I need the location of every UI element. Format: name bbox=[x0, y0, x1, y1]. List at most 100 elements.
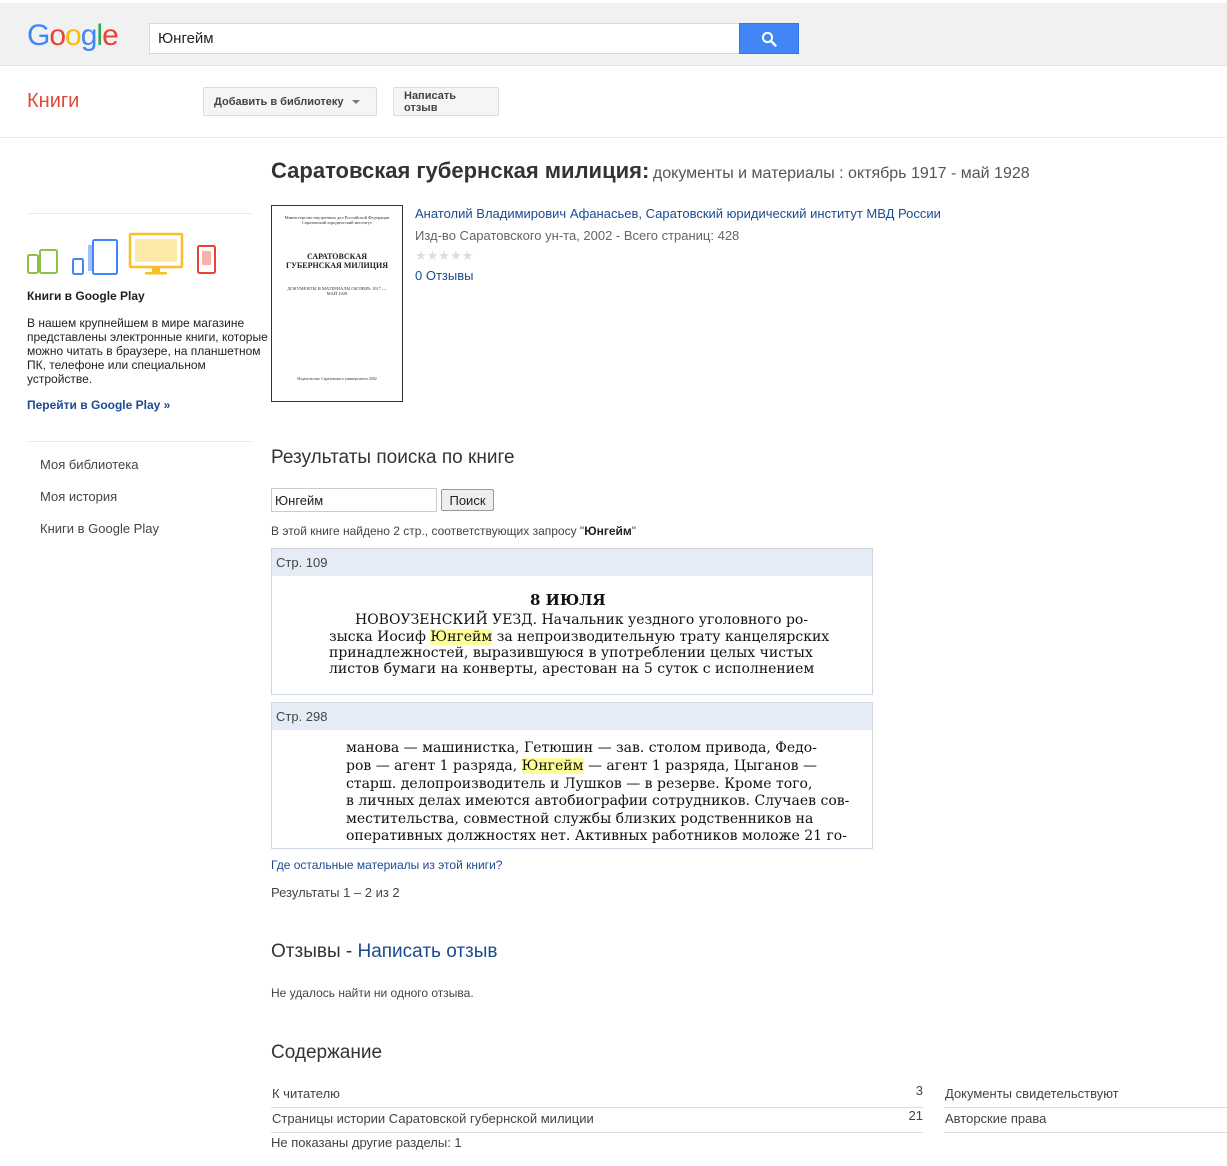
write-review-label: Написать отзыв bbox=[404, 89, 456, 114]
toc-item-title: Авторские права bbox=[945, 1111, 1047, 1126]
toc-item[interactable]: Документы свидетельствуют bbox=[944, 1083, 1227, 1108]
result-page-number[interactable]: Стр. 109 bbox=[272, 549, 872, 576]
snippet-text: НОВОУЗЕНСКИЙ УЕЗД. Начальник уездного уг… bbox=[355, 612, 809, 628]
snippet-text: манова — машинистка, Гетюшин — зав. стол… bbox=[346, 740, 817, 756]
publication-info: Изд-во Саратовского ун-та, 2002 - Всего … bbox=[415, 228, 740, 243]
devices-icon bbox=[27, 232, 216, 275]
snippet-line: оперативных должностях нет. Активных раб… bbox=[346, 828, 847, 844]
found-query: Юнгейм bbox=[584, 524, 632, 538]
google-logo[interactable]: Google bbox=[27, 19, 119, 53]
snippet-text: местительства, совместной службы близких… bbox=[346, 811, 814, 827]
cover-subtitle: ДОКУМЕНТЫ И МАТЕРИАЛЫ ОКТЯБРЬ 1917 — МАЙ… bbox=[287, 286, 387, 296]
sidebar-item-google-play-books[interactable]: Книги в Google Play bbox=[40, 521, 159, 553]
snippet-line: 8 ИЮЛЯ bbox=[530, 591, 606, 609]
top-bar: Google bbox=[0, 0, 1227, 66]
found-suffix: " bbox=[631, 524, 637, 538]
logo-letter: e bbox=[102, 19, 119, 52]
snippet-text: ров — агент 1 разряда, bbox=[346, 758, 522, 774]
result-snippet[interactable]: манова — машинистка, Гетюшин — зав. стол… bbox=[272, 730, 872, 848]
search-result[interactable]: Стр. 109 8 ИЮЛЯ НОВОУЗЕНСКИЙ УЕЗД. Начал… bbox=[271, 548, 873, 695]
snippet-text: зыска Иосиф bbox=[329, 629, 431, 645]
snippet-line: листов бумаги на конверты, арестован на … bbox=[329, 661, 814, 677]
in-book-search-input[interactable] bbox=[271, 488, 437, 512]
add-to-library-label: Добавить в библиотеку bbox=[214, 95, 344, 108]
book-cover[interactable]: Министерство внутренних дел Российской Ф… bbox=[271, 205, 403, 402]
contents-heading: Содержание bbox=[271, 1042, 383, 1063]
logo-letter: o bbox=[65, 19, 82, 52]
logo-letter: G bbox=[27, 19, 50, 52]
highlighted-term: Юнгейм bbox=[521, 758, 584, 774]
cover-publisher: Министерство внутренних дел Российской Ф… bbox=[284, 215, 390, 225]
play-promo-text: В нашем крупнейшем в мире магазине предс… bbox=[27, 316, 268, 386]
book-authors: Анатолий Владимирович Афанасьев, Саратов… bbox=[415, 206, 1115, 228]
snippet-text: 8 ИЮЛЯ bbox=[530, 591, 606, 609]
found-count-text: В этой книге найдено 2 стр., соответству… bbox=[271, 524, 636, 538]
write-review-button[interactable]: Написать отзыв bbox=[393, 87, 499, 116]
reviews-heading-label: Отзывы - bbox=[271, 941, 358, 962]
snippet-line: старш. делопроизводитель и Лушков — в ре… bbox=[346, 776, 812, 792]
snippet-line: НОВОУЗЕНСКИЙ УЕЗД. Начальник уездного уг… bbox=[355, 612, 808, 628]
book-title-subtitle: документы и материалы : октябрь 1917 - м… bbox=[652, 165, 1030, 182]
search-button[interactable] bbox=[739, 23, 799, 54]
snippet-line: ров — агент 1 разряда, Юнгейм — агент 1 … bbox=[346, 758, 817, 774]
results-range: Результаты 1 – 2 из 2 bbox=[271, 885, 400, 900]
book-meta: Анатолий Владимирович Афанасьев, Саратов… bbox=[415, 206, 1115, 283]
dropdown-caret-icon bbox=[351, 99, 360, 104]
found-prefix: В этой книге найдено 2 стр., соответству… bbox=[271, 524, 585, 538]
rating-stars: ★★★★★ bbox=[415, 248, 474, 263]
toc-item[interactable]: К читателю 3 bbox=[271, 1083, 923, 1108]
left-sidebar: Книги в Google Play В нашем крупнейшем в… bbox=[27, 213, 268, 536]
author-link[interactable]: Анатолий Владимирович Афанасьев bbox=[415, 206, 638, 221]
divider bbox=[27, 441, 253, 442]
snippet-line: принадлежностей, выразившуюся в употребл… bbox=[329, 645, 813, 661]
toc-item-title: Страницы истории Саратовской губернской … bbox=[272, 1111, 594, 1126]
snippet-line: в личных делах имеются автобиографии сот… bbox=[346, 793, 849, 809]
reviews-heading: Отзывы - Написать отзыв bbox=[271, 941, 498, 963]
search-results-heading: Результаты поиска по книге bbox=[271, 447, 515, 468]
snippet-text: оперативных должностях нет. Активных раб… bbox=[346, 828, 847, 844]
snippet-text: принадлежностей, выразившуюся в употребл… bbox=[329, 645, 813, 661]
snippet-line: местительства, совместной службы близких… bbox=[346, 811, 813, 827]
cover-title: САРАТОВСКАЯ ГУБЕРНСКАЯ МИЛИЦИЯ bbox=[285, 252, 388, 270]
author-separator: , bbox=[638, 206, 646, 221]
divider bbox=[27, 213, 253, 214]
snippet-line: манова — машинистка, Гетюшин — зав. стол… bbox=[346, 740, 817, 756]
play-promo-title: Книги в Google Play bbox=[27, 289, 145, 303]
sidebar-item-my-library[interactable]: Моя библиотека bbox=[40, 457, 159, 489]
in-book-search-button[interactable]: Поиск bbox=[441, 489, 494, 511]
search-icon bbox=[761, 31, 777, 47]
books-toolbar: Книги Добавить в библиотеку Написать отз… bbox=[0, 66, 1227, 138]
no-reviews-text: Не удалось найти ни одного отзыва. bbox=[271, 986, 474, 1000]
add-to-library-button[interactable]: Добавить в библиотеку bbox=[203, 87, 377, 116]
snippet-text: за непроизводительную трату канцелярских bbox=[492, 629, 830, 645]
logo-letter: g bbox=[80, 19, 98, 52]
snippet-line: зыска Иосиф Юнгейм за непроизводительную… bbox=[329, 629, 829, 645]
book-title-main: Саратовская губернская милиция: bbox=[271, 158, 650, 183]
snippet-text: старш. делопроизводитель и Лушков — в ре… bbox=[346, 776, 813, 792]
book-title: Саратовская губернская милиция: документ… bbox=[271, 158, 1030, 184]
search-box bbox=[149, 23, 799, 54]
where-rest-of-book-link[interactable]: Где остальные материалы из этой книги? bbox=[271, 858, 502, 872]
toc-item-title: К читателю bbox=[272, 1086, 340, 1101]
result-snippet[interactable]: 8 ИЮЛЯ НОВОУЗЕНСКИЙ УЕЗД. Начальник уезд… bbox=[272, 576, 872, 694]
snippet-text: листов бумаги на конверты, арестован на … bbox=[329, 661, 815, 677]
logo-letter: o bbox=[49, 19, 66, 52]
snippet-text: — агент 1 разряда, Цыганов — bbox=[583, 758, 818, 774]
write-review-link[interactable]: Написать отзыв bbox=[357, 941, 497, 962]
search-input[interactable] bbox=[149, 23, 739, 54]
books-section-title[interactable]: Книги bbox=[27, 90, 79, 113]
cover-imprint: Издательство Саратовского университета 2… bbox=[297, 376, 377, 381]
toc-item-title: Документы свидетельствуют bbox=[945, 1086, 1119, 1101]
snippet-text: в личных делах имеются автобиографии сот… bbox=[346, 793, 850, 809]
hidden-sections-note: Не показаны другие разделы: 1 bbox=[271, 1135, 462, 1150]
sidebar-nav: Моя библиотека Моя история Книги в Googl… bbox=[40, 457, 159, 553]
sidebar-item-my-history[interactable]: Моя история bbox=[40, 489, 159, 521]
toc-item[interactable]: Авторские права bbox=[944, 1108, 1227, 1133]
go-to-google-play-link[interactable]: Перейти в Google Play » bbox=[27, 398, 170, 412]
result-page-number[interactable]: Стр. 298 bbox=[272, 703, 872, 730]
search-result[interactable]: Стр. 298 манова — машинистка, Гетюшин — … bbox=[271, 702, 873, 849]
author-link[interactable]: Саратовский юридический институт МВД Рос… bbox=[646, 206, 941, 221]
toc-item[interactable]: Страницы истории Саратовской губернской … bbox=[271, 1108, 923, 1133]
reviews-count-link[interactable]: 0 Отзывы bbox=[415, 268, 1115, 283]
highlighted-term: Юнгейм bbox=[430, 629, 493, 645]
